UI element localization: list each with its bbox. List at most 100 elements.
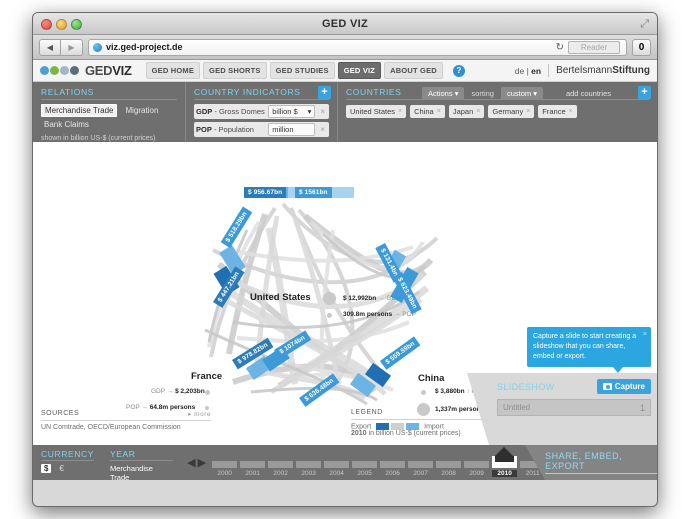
extension-button[interactable]: 0 <box>632 38 651 56</box>
currency-usd[interactable]: $ <box>41 464 52 473</box>
year-cell-2010[interactable]: 2010 <box>492 447 518 477</box>
lang-separator: | <box>526 65 529 76</box>
country-label-united-states[interactable]: United States <box>250 292 311 303</box>
year-subtitle: Merchandise Trade <box>109 464 153 482</box>
year-marker-icon <box>495 447 514 456</box>
add-indicator-button[interactable]: + <box>318 86 331 99</box>
country-chip-united-states[interactable]: United States × <box>346 105 407 118</box>
country-chip-china[interactable]: China × <box>410 105 445 118</box>
fullscreen-icon[interactable]: ⤢ <box>640 18 649 31</box>
maximize-window-button[interactable] <box>71 19 82 30</box>
sources-body: UN Comtrade, OECD/European Commission <box>41 424 181 431</box>
close-icon[interactable]: × <box>476 108 480 115</box>
close-icon[interactable]: × <box>643 330 647 340</box>
close-window-button[interactable] <box>41 19 52 30</box>
indicators-title: COUNTRY INDICATORS <box>194 87 329 100</box>
sources-title: SOURCES <box>41 410 80 417</box>
sorting-label: sorting <box>471 89 494 98</box>
slideshow-title: SLIDESHOW <box>497 381 555 392</box>
nav-ged-shorts[interactable]: GED SHORTS <box>203 62 267 79</box>
bubble-gdp-united-states <box>323 292 336 305</box>
remove-indicator-gdp[interactable]: × <box>318 107 327 116</box>
add-countries-button[interactable]: + <box>638 86 651 99</box>
window-titlebar: GED VIZ ⤢ <box>33 13 657 35</box>
slideshow-callout: × Capture a slide to start creating a sl… <box>527 326 651 374</box>
sources-header: SOURCES ▸ more <box>41 410 211 421</box>
year-cell-2008[interactable]: 2008 <box>436 461 462 477</box>
capture-button[interactable]: Capture <box>596 379 651 394</box>
country-chip-germany[interactable]: Germany × <box>488 105 535 118</box>
countries-controls: Actions ▾ sorting custom ▾ add countries <box>422 87 629 100</box>
chip-label: Germany <box>492 107 524 116</box>
lang-en[interactable]: en <box>531 66 541 76</box>
reader-button[interactable]: Reader <box>568 40 620 54</box>
url-text: viz.ged-project.de <box>106 42 183 52</box>
close-icon[interactable]: × <box>569 108 573 115</box>
gedviz-logo-icon[interactable] <box>40 66 79 75</box>
year-label: 2006 <box>385 470 400 477</box>
swatch-import <box>406 422 420 430</box>
next-year-button[interactable]: ▶ <box>198 456 206 469</box>
minimize-window-button[interactable] <box>56 19 67 30</box>
year-marker-base <box>495 456 515 462</box>
country-chip-japan[interactable]: Japan × <box>448 105 485 118</box>
year-cell-2000[interactable]: 2000 <box>212 461 238 477</box>
year-cell-2004[interactable]: 2004 <box>324 461 350 477</box>
arrow-icon: → <box>378 295 385 302</box>
year-bar <box>296 461 322 468</box>
year-cell-2002[interactable]: 2002 <box>268 461 294 477</box>
indicator-gdp-unit-select[interactable]: billion $ ▾ <box>268 105 316 118</box>
visualization-canvas[interactable]: United States $ 12,992bn → GDP 309.8m pe… <box>33 142 657 445</box>
window-controls[interactable] <box>41 19 82 30</box>
country-label-france[interactable]: France <box>191 371 222 382</box>
slideshow-panel: SLIDESHOW Capture Untitled 1 <box>467 373 657 445</box>
relation-migration[interactable]: Migration <box>122 105 161 116</box>
slideshow-title-input[interactable]: Untitled 1 <box>497 399 651 416</box>
callout-text: Capture a slide to start creating a slid… <box>533 332 637 360</box>
actions-dropdown[interactable]: Actions ▾ <box>422 87 465 100</box>
nav-ged-studies[interactable]: GED STUDIES <box>269 62 335 79</box>
lang-de[interactable]: de <box>515 66 524 76</box>
remove-indicator-pop[interactable]: × <box>318 125 327 134</box>
bubble-gdp-china <box>421 390 426 395</box>
currency-eur[interactable]: € <box>56 464 66 473</box>
forward-button[interactable]: ▶ <box>61 38 83 56</box>
previous-year-button[interactable]: ◀ <box>187 456 195 469</box>
reload-icon[interactable]: ↻ <box>556 42 564 53</box>
year-cell-2001[interactable]: 2001 <box>240 461 266 477</box>
country-chip-list: United States × China × Japan × Germany × Fr… <box>346 105 649 118</box>
year-timeline[interactable]: 2000 2001 2002 2003 2004 2005 2006 2007 … <box>212 445 546 480</box>
close-icon[interactable]: × <box>526 108 530 115</box>
country-label-china[interactable]: China <box>418 373 444 384</box>
help-icon[interactable]: ? <box>452 64 465 77</box>
year-cell-2007[interactable]: 2007 <box>408 461 434 477</box>
year-cell-2006[interactable]: 2006 <box>380 461 406 477</box>
language-switcher[interactable]: de | en <box>515 66 541 76</box>
navigation-buttons: ◀ ▶ <box>39 38 83 56</box>
relations-panel: RELATIONS Merchandise Trade Migration Ba… <box>33 82 185 142</box>
nav-ged-home[interactable]: GED HOME <box>145 62 201 79</box>
indicator-pop-unit-select[interactable]: million <box>268 123 316 136</box>
sorting-dropdown[interactable]: custom ▾ <box>500 87 544 100</box>
share-embed-export-button[interactable]: SHARE, EMBED, EXPORT <box>525 445 657 480</box>
sorting-value: custom <box>506 89 532 98</box>
close-icon[interactable]: × <box>437 108 441 115</box>
address-bar[interactable]: viz.ged-project.de ↻ Reader <box>88 38 627 56</box>
nav-ged-viz[interactable]: GED VIZ <box>337 62 382 79</box>
add-countries-label[interactable]: add countries <box>566 89 611 98</box>
chevron-down-icon: ▾ <box>533 89 538 98</box>
year-cell-2003[interactable]: 2003 <box>296 461 322 477</box>
nav-about-ged[interactable]: ABOUT GED <box>384 62 443 79</box>
indicator-gdp-name: GDP - Gross Domesti… <box>196 107 265 116</box>
relation-merchandise-trade[interactable]: Merchandise Trade <box>41 104 118 117</box>
year-cell-2009[interactable]: 2009 <box>464 461 490 477</box>
year-cell-2005[interactable]: 2005 <box>352 461 378 477</box>
close-icon[interactable]: × <box>398 108 402 115</box>
relations-title: RELATIONS <box>41 87 177 100</box>
year-panel: YEAR Merchandise Trade <box>102 445 181 482</box>
country-chip-france[interactable]: France × <box>538 105 577 118</box>
relations-options-row2: Bank Claims <box>41 119 177 130</box>
sources-more-link[interactable]: ▸ more <box>188 410 211 418</box>
back-button[interactable]: ◀ <box>39 38 61 56</box>
relation-bank-claims[interactable]: Bank Claims <box>41 119 92 130</box>
